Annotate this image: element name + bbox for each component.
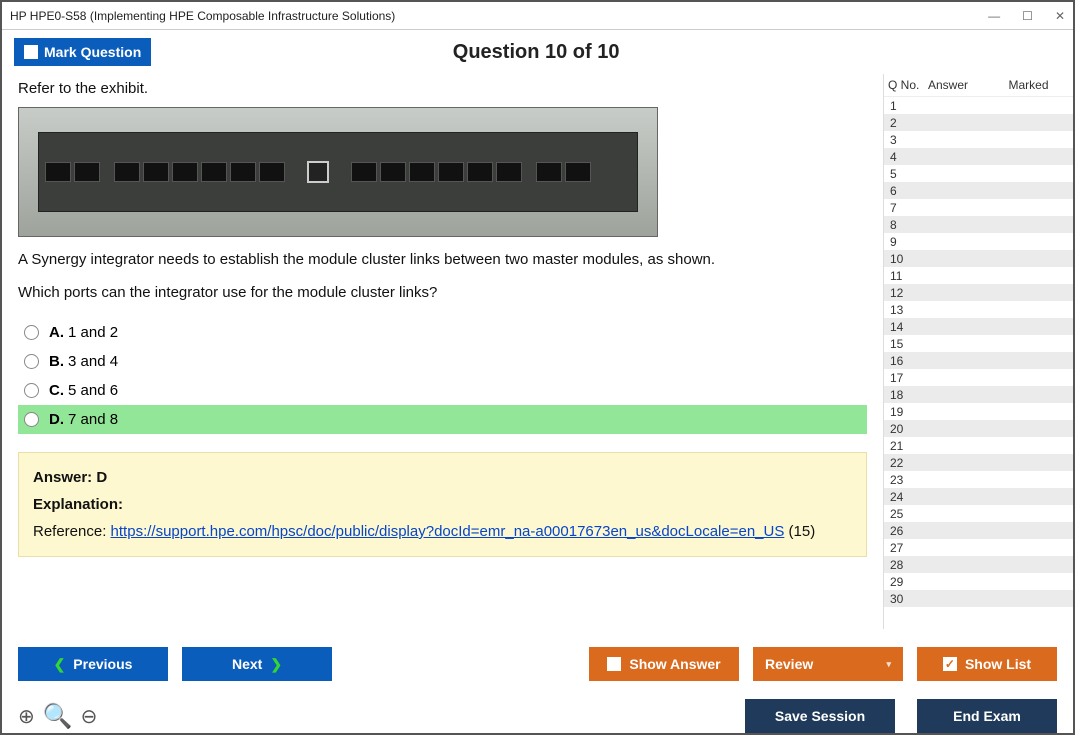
question-list-row[interactable]: 19: [884, 403, 1073, 420]
question-list-row[interactable]: 20: [884, 420, 1073, 437]
question-list-row[interactable]: 24: [884, 488, 1073, 505]
answer-explanation-box: Answer: D Explanation: Reference: https:…: [18, 452, 867, 557]
footer-button-row: ❮ Previous Next ❯ Show Answer Review ▾ S…: [2, 629, 1073, 699]
question-list-row[interactable]: 18: [884, 386, 1073, 403]
question-prompt: Refer to the exhibit.: [18, 80, 867, 97]
radio-icon[interactable]: [24, 325, 39, 340]
next-button[interactable]: Next ❯: [182, 647, 332, 681]
col-marked: Marked: [988, 78, 1069, 92]
end-exam-button[interactable]: End Exam: [917, 699, 1057, 733]
answer-heading: Answer: D: [33, 469, 852, 486]
question-list-row[interactable]: 7: [884, 199, 1073, 216]
question-list-row[interactable]: 29: [884, 573, 1073, 590]
exhibit-image: [18, 107, 658, 237]
chevron-left-icon: ❮: [54, 656, 66, 673]
question-list[interactable]: 1234567891011121314151617181920212223242…: [884, 96, 1073, 629]
radio-icon[interactable]: [24, 412, 39, 427]
question-list-header: Q No. Answer Marked: [884, 74, 1073, 96]
maximize-icon[interactable]: ☐: [1022, 9, 1033, 23]
question-list-row[interactable]: 27: [884, 539, 1073, 556]
checkbox-checked-icon: [943, 657, 957, 671]
question-list-row[interactable]: 9: [884, 233, 1073, 250]
zoom-controls: ⊕ 🔍 ⊖ Save Session End Exam: [2, 699, 1073, 733]
question-list-row[interactable]: 5: [884, 165, 1073, 182]
window-titlebar: HP HPE0-S58 (Implementing HPE Composable…: [2, 2, 1073, 30]
header-row: Mark Question Question 10 of 10: [2, 30, 1073, 74]
chevron-right-icon: ❯: [270, 656, 282, 673]
question-heading: Question 10 of 10: [151, 41, 921, 64]
question-list-row[interactable]: 26: [884, 522, 1073, 539]
question-list-row[interactable]: 30: [884, 590, 1073, 607]
window-title: HP HPE0-S58 (Implementing HPE Composable…: [10, 9, 988, 23]
question-list-row[interactable]: 4: [884, 148, 1073, 165]
col-qno: Q No.: [888, 78, 928, 92]
previous-button[interactable]: ❮ Previous: [18, 647, 168, 681]
option-b[interactable]: B.3 and 4: [18, 347, 867, 376]
reference-link[interactable]: https://support.hpe.com/hpsc/doc/public/…: [111, 523, 785, 540]
caret-down-icon: ▾: [886, 659, 891, 670]
mark-question-button[interactable]: Mark Question: [14, 38, 151, 66]
options-group: A.1 and 2 B.3 and 4 C.5 and 6 D.7 and 8: [18, 318, 867, 434]
show-answer-button[interactable]: Show Answer: [589, 647, 739, 681]
question-list-row[interactable]: 10: [884, 250, 1073, 267]
radio-icon[interactable]: [24, 354, 39, 369]
question-list-row[interactable]: 2: [884, 114, 1073, 131]
zoom-out-icon[interactable]: ⊖: [81, 704, 98, 729]
question-list-row[interactable]: 15: [884, 335, 1073, 352]
question-list-row[interactable]: 17: [884, 369, 1073, 386]
question-list-panel: Q No. Answer Marked 12345678910111213141…: [883, 74, 1073, 629]
window-controls: — ☐ ✕: [988, 9, 1065, 23]
question-list-row[interactable]: 14: [884, 318, 1073, 335]
save-session-button[interactable]: Save Session: [745, 699, 895, 733]
mark-question-label: Mark Question: [44, 44, 141, 60]
question-list-row[interactable]: 16: [884, 352, 1073, 369]
content: Refer to the exhibit. A Synergy integrat…: [2, 74, 1073, 629]
question-list-row[interactable]: 3: [884, 131, 1073, 148]
network-module-illustration: [38, 132, 638, 212]
checkbox-icon: [607, 657, 621, 671]
review-button[interactable]: Review ▾: [753, 647, 903, 681]
question-list-row[interactable]: 22: [884, 454, 1073, 471]
question-line-1: A Synergy integrator needs to establish …: [18, 249, 867, 272]
radio-icon[interactable]: [24, 383, 39, 398]
question-body: A Synergy integrator needs to establish …: [18, 249, 867, 304]
reference-line: Reference: https://support.hpe.com/hpsc/…: [33, 523, 852, 540]
question-list-row[interactable]: 13: [884, 301, 1073, 318]
zoom-reset-icon[interactable]: ⊕: [18, 704, 35, 729]
question-list-row[interactable]: 25: [884, 505, 1073, 522]
option-c[interactable]: C.5 and 6: [18, 376, 867, 405]
question-panel: Refer to the exhibit. A Synergy integrat…: [2, 74, 883, 629]
explanation-heading: Explanation:: [33, 496, 852, 513]
question-list-row[interactable]: 12: [884, 284, 1073, 301]
question-list-row[interactable]: 21: [884, 437, 1073, 454]
question-list-row[interactable]: 6: [884, 182, 1073, 199]
question-line-2: Which ports can the integrator use for t…: [18, 282, 867, 305]
col-answer: Answer: [928, 78, 988, 92]
show-list-button[interactable]: Show List: [917, 647, 1057, 681]
minimize-icon[interactable]: —: [988, 9, 1000, 23]
ethernet-port-icon: [307, 161, 329, 183]
question-list-row[interactable]: 8: [884, 216, 1073, 233]
option-d[interactable]: D.7 and 8: [18, 405, 867, 434]
question-list-row[interactable]: 28: [884, 556, 1073, 573]
close-icon[interactable]: ✕: [1055, 9, 1065, 23]
option-a[interactable]: A.1 and 2: [18, 318, 867, 347]
question-list-row[interactable]: 11: [884, 267, 1073, 284]
zoom-in-icon[interactable]: 🔍: [43, 702, 73, 731]
question-list-row[interactable]: 1: [884, 97, 1073, 114]
question-list-row[interactable]: 23: [884, 471, 1073, 488]
checkbox-icon: [24, 45, 38, 59]
